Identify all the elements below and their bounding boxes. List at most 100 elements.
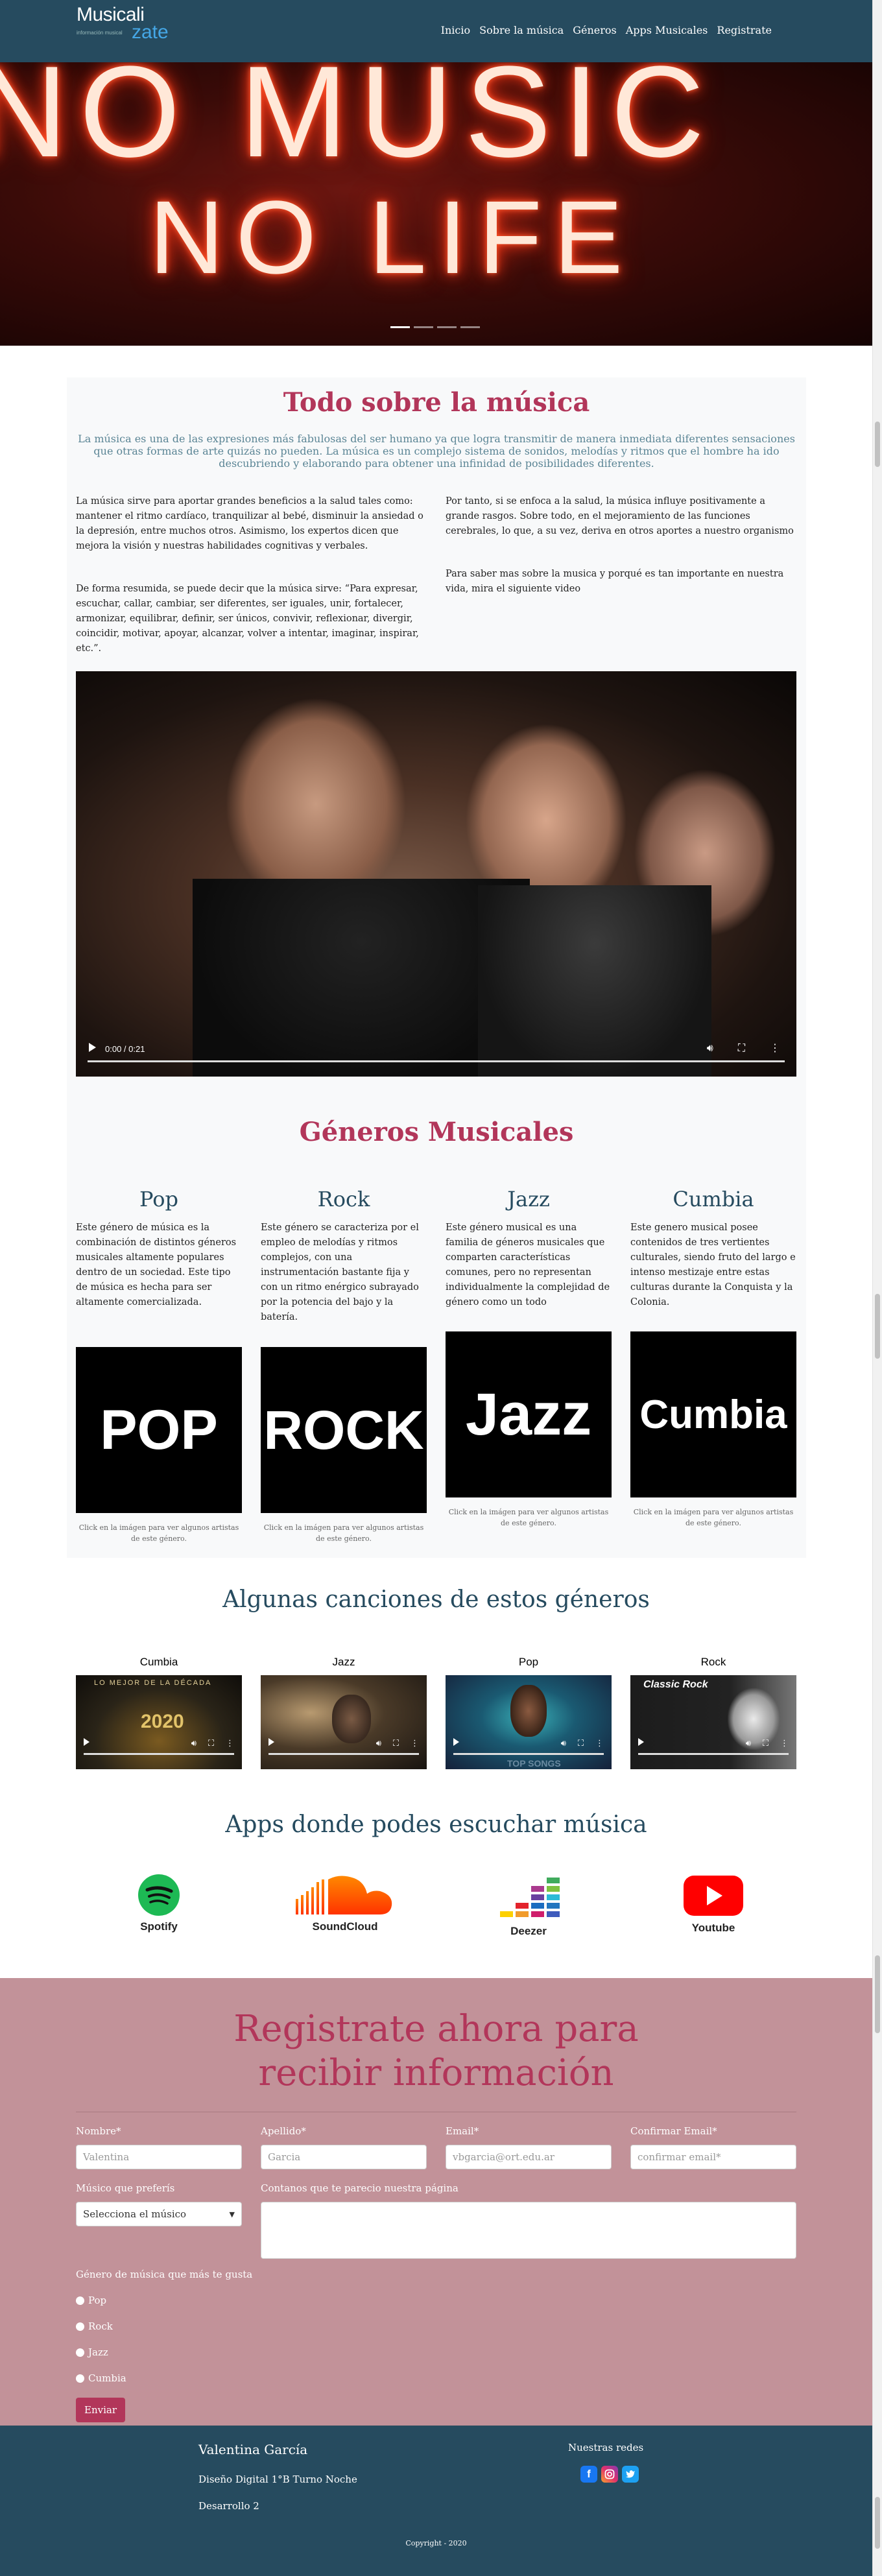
- radio-jazz[interactable]: Jazz: [76, 2346, 108, 2358]
- volume-icon[interactable]: 🔊︎: [707, 1042, 713, 1055]
- radio-label: Cumbia: [88, 2372, 126, 2384]
- app-label: Youtube: [691, 1922, 735, 1934]
- genre-rock: Rock Este género se caracteriza por el e…: [261, 1187, 427, 1325]
- volume-icon[interactable]: 🔊︎: [191, 1739, 197, 1748]
- more-options-icon[interactable]: ⋮: [411, 1739, 419, 1748]
- nav-menu: Inicio Sobre la música Géneros Apps Musi…: [441, 24, 772, 36]
- app-label: SoundCloud: [312, 1920, 378, 1933]
- genre-title: Jazz: [507, 1187, 550, 1211]
- video-progress-bar[interactable]: [453, 1753, 604, 1755]
- song-rock: Rock Classic Rock 🔊︎ ⛶ ⋮: [630, 1656, 796, 1769]
- radio-button[interactable]: [76, 2296, 84, 2305]
- comentario-textarea[interactable]: [261, 2202, 796, 2259]
- song-label: Jazz: [332, 1656, 355, 1668]
- song-video-player[interactable]: 🔊︎ ⛶ ⋮: [261, 1675, 427, 1769]
- genre-image-pop[interactable]: POP: [76, 1347, 242, 1513]
- radio-rock[interactable]: Rock: [76, 2320, 113, 2332]
- video-overlay-text: LO MEJOR DE LA DÉCADA: [94, 1679, 212, 1687]
- genre-image-rock[interactable]: ROCK: [261, 1347, 427, 1513]
- video-time: 0:00 / 0:21: [105, 1044, 145, 1054]
- carousel-indicators: [390, 326, 480, 328]
- radio-button[interactable]: [76, 2348, 84, 2357]
- main-video-player[interactable]: 0:00 / 0:21 🔊︎ ⛶ ⋮: [76, 671, 796, 1077]
- footer: Valentina García Diseño Digital 1°B Turn…: [0, 2426, 872, 2576]
- genre-caption: Click en la imágen para ver algunos arti…: [448, 1508, 609, 1527]
- radio-cumbia[interactable]: Cumbia: [76, 2372, 126, 2384]
- footer-subject: Desarrollo 2: [198, 2500, 259, 2512]
- genre-image-jazz[interactable]: Jazz: [446, 1331, 612, 1497]
- radio-button[interactable]: [76, 2322, 84, 2331]
- carousel-indicator[interactable]: [437, 326, 457, 328]
- more-options-icon[interactable]: ⋮: [595, 1739, 604, 1748]
- musico-select[interactable]: Selecciona el músico ▼: [76, 2202, 242, 2226]
- about-left-p1: La música sirve para aportar grandes ben…: [76, 496, 423, 551]
- carousel-indicator[interactable]: [414, 326, 433, 328]
- play-icon[interactable]: [89, 1043, 96, 1052]
- video-progress-bar[interactable]: [84, 1753, 234, 1755]
- radio-pop[interactable]: Pop: [76, 2295, 106, 2306]
- apellido-input[interactable]: Garcia: [261, 2145, 427, 2169]
- fullscreen-icon[interactable]: ⛶: [578, 1739, 584, 1748]
- submit-button[interactable]: Enviar: [76, 2398, 125, 2422]
- app-spotify[interactable]: Spotify: [120, 1873, 198, 1933]
- video-progress-bar[interactable]: [268, 1753, 419, 1755]
- comentario-label: Contanos que te parecio nuestra página: [261, 2182, 459, 2194]
- genre-image-cumbia[interactable]: Cumbia: [630, 1331, 796, 1497]
- more-options-icon[interactable]: ⋮: [226, 1739, 234, 1748]
- volume-icon[interactable]: 🔊︎: [746, 1739, 751, 1748]
- video-progress-bar[interactable]: [88, 1060, 785, 1062]
- play-icon[interactable]: [638, 1738, 644, 1746]
- app-label: Deezer: [510, 1925, 547, 1937]
- spotify-icon: [138, 1874, 180, 1916]
- fullscreen-icon[interactable]: ⛶: [763, 1739, 769, 1748]
- song-video-player[interactable]: LO MEJOR DE LA DÉCADA 2020 🔊︎ ⛶ ⋮: [76, 1675, 242, 1769]
- genre-description: Este género de música es la combinación …: [76, 1222, 237, 1307]
- carousel-indicator[interactable]: [460, 326, 480, 328]
- carousel-indicator[interactable]: [390, 326, 410, 328]
- song-jazz: Jazz 🔊︎ ⛶ ⋮: [261, 1656, 427, 1769]
- genres-title: Géneros Musicales: [299, 1117, 574, 1147]
- nav-sobre-la-musica[interactable]: Sobre la música: [479, 24, 564, 36]
- confirm-email-input[interactable]: confirmar email*: [630, 2145, 796, 2169]
- video-progress-bar[interactable]: [638, 1753, 789, 1755]
- footer-author: Valentina García: [198, 2442, 308, 2457]
- more-options-icon[interactable]: ⋮: [780, 1739, 789, 1748]
- email-label: Email*: [446, 2125, 479, 2137]
- fullscreen-icon[interactable]: ⛶: [393, 1739, 399, 1748]
- instagram-icon[interactable]: [601, 2466, 618, 2483]
- app-youtube[interactable]: Youtube: [674, 1873, 752, 1935]
- song-video-player[interactable]: Classic Rock 🔊︎ ⛶ ⋮: [630, 1675, 796, 1769]
- more-options-icon[interactable]: ⋮: [770, 1042, 780, 1055]
- volume-icon[interactable]: 🔊︎: [376, 1739, 381, 1748]
- songs-title: Algunas canciones de estos géneros: [222, 1586, 650, 1613]
- nav-registrate[interactable]: Registrate: [717, 24, 772, 36]
- brand-logo[interactable]: Musicali información musical zate: [77, 5, 169, 42]
- fullscreen-icon[interactable]: ⛶: [738, 1042, 745, 1055]
- email-input[interactable]: vbgarcia@ort.edu.ar: [446, 2145, 612, 2169]
- radio-button[interactable]: [76, 2374, 84, 2383]
- page-scrollbar[interactable]: [872, 0, 882, 2576]
- twitter-icon[interactable]: [622, 2466, 639, 2483]
- genre-title: Cumbia: [673, 1187, 754, 1211]
- footer-course: Diseño Digital 1°B Turno Noche: [198, 2474, 357, 2485]
- song-video-player[interactable]: TOP SONGS 🔊︎ ⛶ ⋮: [446, 1675, 612, 1769]
- volume-icon[interactable]: 🔊︎: [561, 1739, 566, 1748]
- hero-carousel[interactable]: NO MUSIC NO LIFE: [0, 62, 872, 346]
- song-pop: Pop TOP SONGS 🔊︎ ⛶ ⋮: [446, 1656, 612, 1769]
- musico-label: Músico que preferís: [76, 2182, 175, 2194]
- about-left-p2: De forma resumida, se puede decir que la…: [76, 584, 419, 654]
- deezer-icon: [500, 1878, 560, 1917]
- fullscreen-icon[interactable]: ⛶: [208, 1739, 214, 1748]
- play-icon[interactable]: [453, 1738, 459, 1746]
- video-overlay-year: 2020: [141, 1711, 184, 1732]
- app-deezer[interactable]: Deezer: [490, 1876, 567, 1938]
- facebook-icon[interactable]: f: [580, 2466, 597, 2483]
- play-icon[interactable]: [268, 1738, 274, 1746]
- play-icon[interactable]: [84, 1738, 89, 1746]
- genre-description: Este género musical es una familia de gé…: [446, 1222, 610, 1307]
- nombre-input[interactable]: Valentina: [76, 2145, 242, 2169]
- nav-inicio[interactable]: Inicio: [441, 24, 470, 36]
- nav-apps-musicales[interactable]: Apps Musicales: [626, 24, 708, 36]
- app-soundcloud[interactable]: SoundCloud: [293, 1873, 397, 1933]
- nav-generos[interactable]: Géneros: [573, 24, 617, 36]
